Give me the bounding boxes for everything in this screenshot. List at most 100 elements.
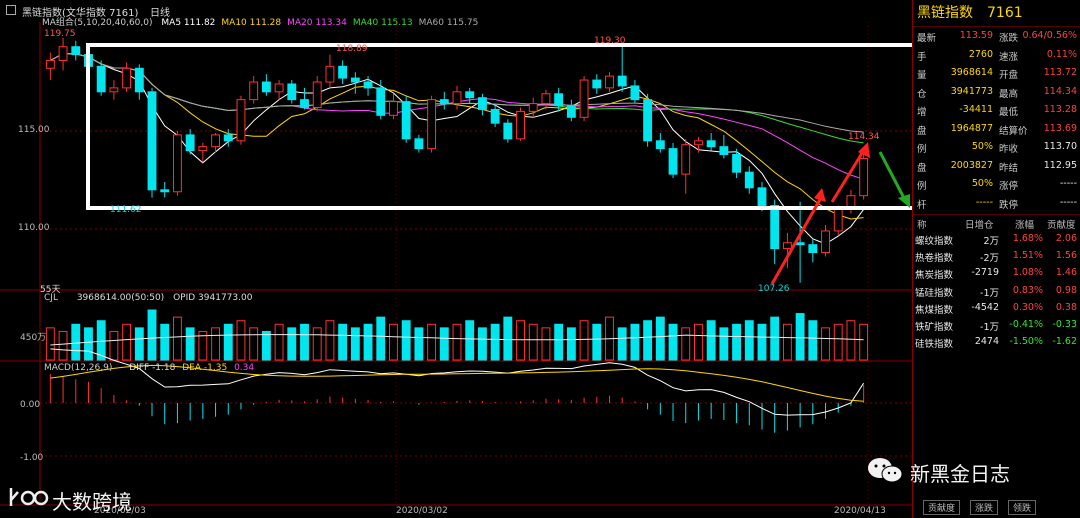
volume-bar (681, 327, 691, 361)
volume-bar (465, 320, 475, 361)
candle-body (541, 93, 551, 105)
volume-bar (389, 323, 398, 361)
quote-row: 杆 ----- 跌停 ----- (913, 194, 1080, 213)
candle-body (719, 146, 729, 156)
quote-panel: 黑链指数 7161 最新 113.59 涨跌 0.64/0.56% 手 2760 速涨 0.11… (912, 0, 1080, 518)
volume-bar (859, 323, 869, 361)
price-axis-label: 115.00 (18, 125, 50, 135)
kline-chart-area[interactable]: 黑链指数(文华指数 7161) 日线 MA组合(5,10,20,40,60,0)… (0, 0, 912, 518)
volume-bar (312, 327, 322, 361)
chart-canvas[interactable] (0, 0, 912, 518)
red-arrow-head (814, 188, 826, 202)
candle-body (643, 99, 653, 142)
candle-body (312, 81, 322, 108)
quote-value: 113.70 (1043, 141, 1077, 152)
volume-bar (528, 323, 538, 361)
volume-bar (452, 323, 462, 361)
candle-body (401, 101, 411, 140)
tab-contribution[interactable]: 贡献度 (923, 500, 961, 515)
ma-line (50, 53, 865, 245)
quote-label: 盘 (917, 125, 927, 137)
volume-bar (122, 323, 132, 361)
sector-name: 锰硅指数 (915, 287, 954, 299)
quote-label: 盘 (917, 162, 927, 174)
sector-row[interactable]: 铁矿指数 -1万 -0.41% -0.33 (913, 317, 1080, 334)
candle-body (465, 91, 475, 99)
quote-row: 例 50% 涨停 ----- (913, 175, 1080, 194)
sector-row[interactable]: 硅铁指数 2474 -1.50% -1.62 (913, 334, 1080, 351)
quote-label: 最低 (999, 107, 1019, 118)
candle-body (122, 67, 132, 89)
volume-bar (300, 323, 309, 361)
candle-body (325, 65, 335, 83)
candle-body (300, 99, 309, 108)
tab-fall[interactable]: 领跌 (1008, 500, 1037, 515)
sector-contrib: 0.98 (1055, 284, 1077, 296)
menu-icon[interactable] (6, 5, 16, 15)
candle-body (363, 81, 373, 89)
sector-name: 铁矿指数 (915, 321, 954, 333)
quote-label: 开盘 (999, 70, 1019, 81)
sector-change: -2719 (971, 267, 999, 279)
volume-bar (401, 320, 411, 361)
quote-value: ----- (1059, 178, 1077, 189)
sector-name: 焦煤指数 (915, 304, 954, 316)
quote-value: 0.11% (1046, 48, 1077, 60)
sector-contrib: -1.62 (1052, 336, 1077, 348)
volume-bar (655, 316, 665, 361)
sector-row[interactable]: 焦煤指数 -4542 0.30% 0.38 (913, 300, 1080, 317)
volume-bar (261, 330, 271, 361)
quote-row: 最新 113.59 涨跌 0.64/0.56% (913, 27, 1080, 46)
watermark-left: 大数跨境 (52, 490, 132, 514)
candle-body (109, 87, 119, 93)
candle-body (770, 204, 780, 250)
quote-value: 1964877 (950, 122, 993, 134)
quote-label: 昨收 (999, 144, 1019, 155)
sector-row[interactable]: 热卷指数 -2万 1.51% 1.56 (913, 248, 1080, 265)
quote-label: 最新 (917, 33, 937, 44)
volume-bar (45, 327, 55, 361)
volume-bar (668, 323, 678, 361)
high-annotation: 118.89 (336, 44, 368, 54)
tab-rise[interactable]: 涨跌 (970, 500, 999, 515)
ma-legend-item: MA10 111.28 (221, 18, 282, 28)
quote-value: 113.72 (1043, 67, 1077, 78)
volume-bar (185, 327, 195, 361)
sector-contrib: 2.06 (1055, 233, 1077, 244)
volume-bar (770, 316, 780, 361)
quote-label: 涨停 (999, 181, 1019, 192)
sector-row[interactable]: 焦炭指数 -2719 1.08% 1.46 (913, 265, 1080, 282)
high-annotation: 119.30 (594, 36, 626, 46)
candle-body (554, 93, 564, 107)
candle-body (795, 242, 805, 246)
candle-body (274, 83, 284, 93)
candle-body (821, 230, 830, 254)
quote-label: 增 (917, 107, 927, 118)
date-label: 2020/03/02 (396, 506, 448, 516)
sector-row[interactable]: 螺纹指数 2万 1.68% 2.06 (913, 231, 1080, 248)
volume-bar (109, 330, 119, 361)
quote-value: 3968614 (950, 67, 993, 78)
quote-label: 速涨 (999, 51, 1019, 63)
quote-value: 2003827 (950, 159, 993, 171)
volume-bar (821, 327, 830, 361)
volume-bar (249, 327, 259, 361)
candle-body (198, 146, 208, 152)
sector-pct: 1.68% (1012, 233, 1043, 244)
quote-value: 2760 (968, 48, 993, 60)
candle-body (249, 81, 259, 101)
volume-bar (643, 320, 653, 361)
quote-label: 最高 (999, 88, 1019, 100)
candle-body (490, 108, 500, 124)
ma-legend-item: MA60 115.75 (418, 18, 479, 28)
red-arrow (830, 149, 866, 203)
green-arrow-head (898, 194, 910, 208)
candle-body (503, 122, 513, 140)
candle-body (605, 75, 614, 89)
sector-row[interactable]: 锰硅指数 -1万 0.83% 0.98 (913, 283, 1080, 300)
volume-legend: CJL 3968614.00(50:50) OPID 3941773.00 (44, 293, 253, 303)
candle-body (58, 46, 68, 61)
quote-label: 结算价 (999, 125, 1028, 137)
candle-body (414, 138, 424, 150)
candle-body (808, 244, 818, 254)
